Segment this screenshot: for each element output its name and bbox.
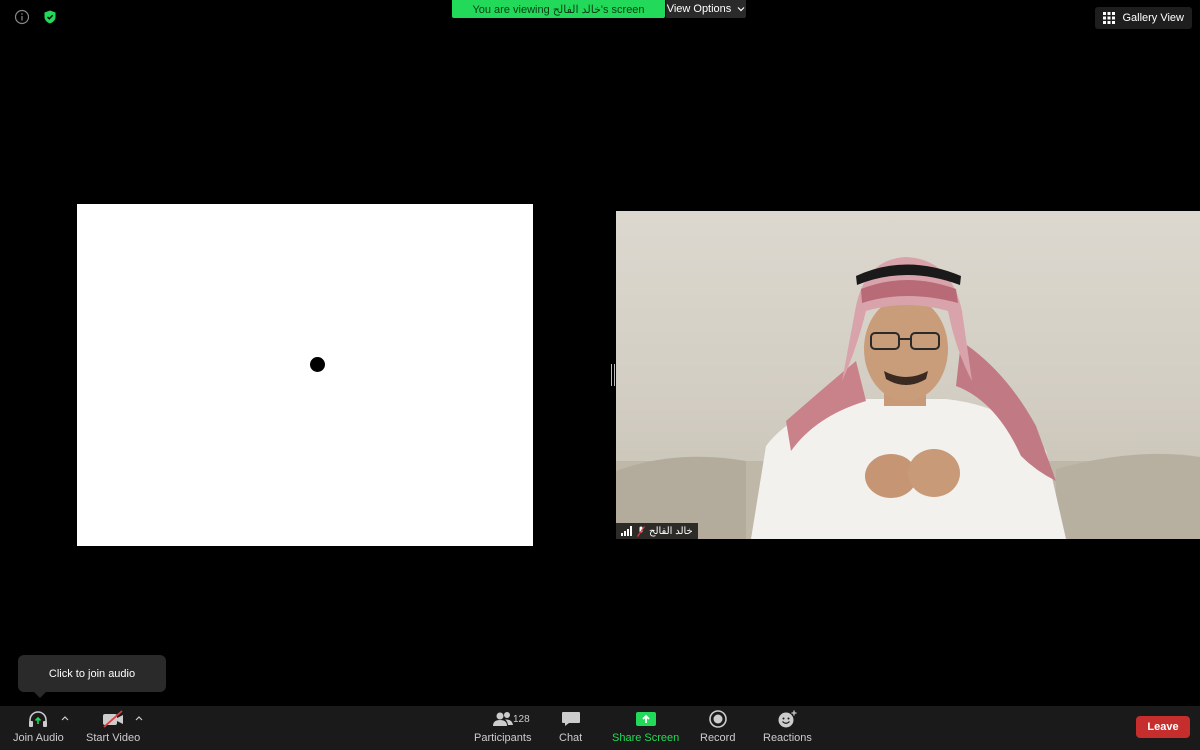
join-audio-button[interactable]: Join Audio bbox=[13, 710, 64, 744]
video-camera-off-icon bbox=[103, 710, 124, 728]
reactions-label: Reactions bbox=[763, 732, 812, 744]
video-options-caret-icon[interactable] bbox=[135, 715, 143, 721]
mic-muted-icon bbox=[637, 525, 645, 537]
headphones-icon bbox=[29, 711, 48, 727]
gallery-view-label: Gallery View bbox=[1122, 12, 1184, 24]
participant-name: خالد الفالح bbox=[649, 525, 693, 537]
chat-label: Chat bbox=[559, 732, 583, 744]
participants-label: Participants bbox=[474, 732, 532, 744]
signal-strength-icon bbox=[621, 526, 632, 536]
participant-video-tile[interactable]: خالد الفالح bbox=[616, 211, 1200, 539]
audio-options-caret-icon[interactable] bbox=[61, 715, 69, 721]
start-video-label: Start Video bbox=[86, 732, 141, 744]
participant-name-label: خالد الفالح bbox=[616, 523, 698, 539]
shared-screen-dot bbox=[310, 357, 325, 372]
info-icon[interactable] bbox=[14, 9, 30, 25]
participants-count: 128 bbox=[513, 714, 530, 725]
view-options-button[interactable]: View Options bbox=[666, 0, 746, 18]
meeting-toolbar: Join Audio Start Video Participants 128 … bbox=[0, 706, 1200, 750]
start-video-button[interactable]: Start Video bbox=[86, 710, 140, 744]
panel-splitter-handle[interactable] bbox=[610, 364, 615, 386]
view-options-label: View Options bbox=[666, 3, 732, 15]
chevron-down-icon bbox=[737, 7, 745, 12]
viewing-screen-banner: You are viewing خالد الفالح's screen bbox=[452, 0, 665, 18]
record-button[interactable]: Record bbox=[700, 710, 735, 744]
chat-button[interactable]: Chat bbox=[559, 710, 582, 744]
reactions-emoji-icon bbox=[778, 710, 797, 728]
gallery-view-button[interactable]: Gallery View bbox=[1095, 7, 1192, 29]
join-audio-tooltip: Click to join audio bbox=[18, 655, 166, 692]
share-screen-button[interactable]: Share Screen bbox=[612, 710, 679, 744]
participant-video-image bbox=[616, 257, 1200, 539]
grid-icon bbox=[1103, 12, 1116, 24]
tooltip-arrow bbox=[34, 692, 46, 698]
share-screen-label: Share Screen bbox=[612, 732, 680, 744]
reactions-button[interactable]: Reactions bbox=[763, 710, 812, 744]
shield-icon[interactable] bbox=[42, 9, 58, 25]
chat-icon bbox=[561, 712, 580, 726]
share-screen-icon bbox=[635, 712, 656, 726]
shared-screen[interactable] bbox=[77, 204, 533, 546]
record-label: Record bbox=[700, 732, 736, 744]
meeting-status-icons bbox=[14, 9, 58, 25]
join-audio-label: Join Audio bbox=[13, 732, 64, 744]
participants-icon bbox=[492, 712, 513, 726]
record-icon bbox=[708, 710, 727, 728]
leave-button[interactable]: Leave bbox=[1136, 716, 1190, 738]
